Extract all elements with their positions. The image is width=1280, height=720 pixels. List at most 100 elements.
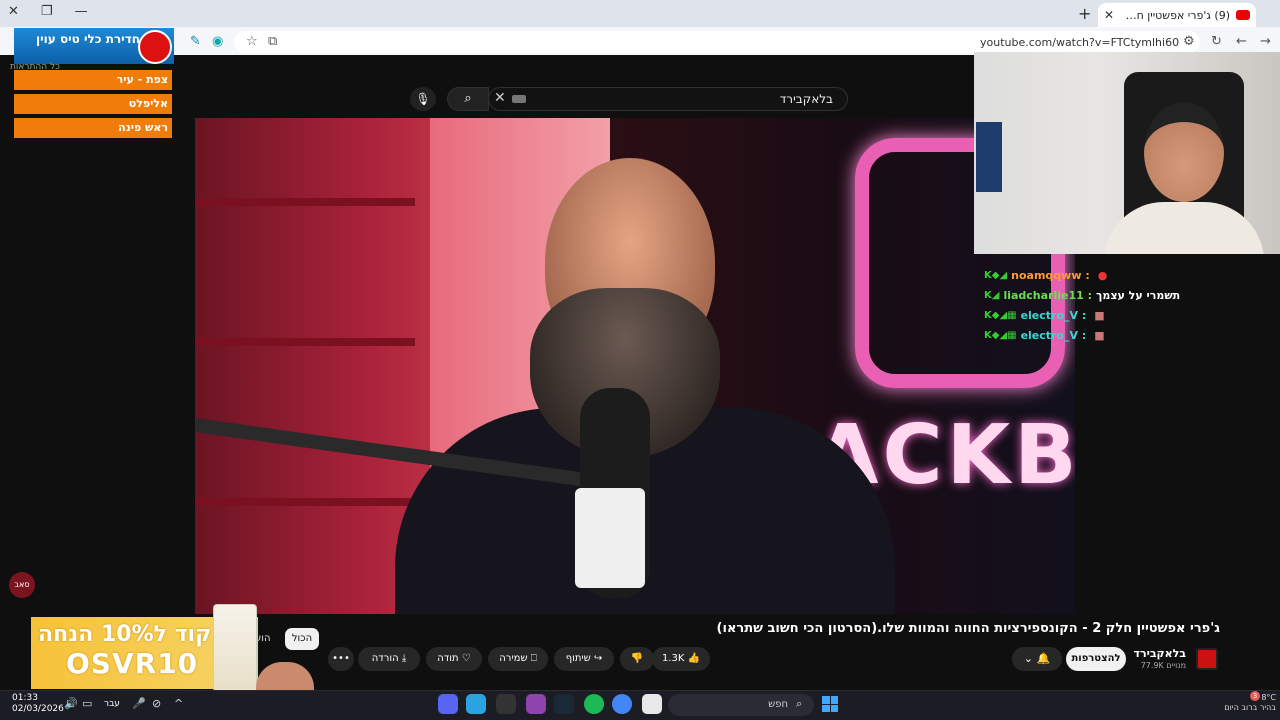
- emote-icon: ■: [1094, 329, 1105, 342]
- filter-chip-all[interactable]: הכול: [285, 628, 319, 650]
- language-indicator[interactable]: עבר: [104, 699, 120, 709]
- file-explorer-icon[interactable]: [642, 694, 662, 714]
- thanks-icon: ♡: [461, 653, 471, 664]
- microphone-sticker: [575, 488, 645, 588]
- mic-tray-icon[interactable]: 🎤: [132, 697, 146, 710]
- chrome-app-icon[interactable]: [612, 694, 632, 714]
- clock-time: 01:33: [12, 693, 38, 703]
- video-title: ג'פרי אפשטיין חלק 2 - הקונספירציות החווה…: [716, 621, 1220, 636]
- chat-badges-icon: K◢: [984, 290, 1000, 301]
- chat-username: electro_V :: [1020, 309, 1087, 322]
- wall-poster: [976, 122, 1002, 192]
- bookmark-star-icon[interactable]: ☆: [246, 34, 258, 49]
- voice-search-button[interactable]: 🎙: [410, 87, 436, 111]
- window-controls: ✕ ❐ —: [8, 4, 88, 19]
- webcam-overlay: [974, 52, 1280, 254]
- notification-badge: 3: [1250, 691, 1260, 701]
- clock[interactable]: 01:33 02/03/2026: [12, 693, 64, 715]
- chat-badges-icon: K◆◢: [984, 270, 1008, 281]
- grammarly-extension-icon[interactable]: ◉: [212, 34, 223, 49]
- site-settings-icon[interactable]: ⚙: [1183, 34, 1195, 49]
- search-input[interactable]: בלאקבירד: [488, 87, 848, 111]
- chat-line: K◢ liadcharlie11 : תשמרי על עצמך: [984, 286, 1274, 306]
- forward-icon[interactable]: ←: [1236, 34, 1247, 49]
- alert-location: ראש פינה: [14, 118, 172, 138]
- discord-app-icon[interactable]: [438, 694, 458, 714]
- weather-desc: בהיר ברוב היום: [1224, 703, 1276, 712]
- weather-widget[interactable]: 8°C בהיר ברוב היום: [1196, 693, 1276, 713]
- back-icon[interactable]: →: [1260, 34, 1271, 49]
- download-label: הורדה: [371, 653, 399, 664]
- chat-line: K◆◢▦ electro_V : ■: [984, 326, 1274, 346]
- ad-promo-code: OSVR10: [66, 647, 199, 680]
- chevron-down-icon: ⌄: [1023, 652, 1033, 665]
- save-label: שמירה: [499, 653, 528, 664]
- emote-icon: ■: [1094, 309, 1105, 322]
- network-icon[interactable]: ▭: [82, 697, 92, 710]
- chat-username: noamqqww :: [1011, 269, 1090, 282]
- ad-person-image: [256, 662, 314, 690]
- alert-location: אליפלט: [14, 94, 172, 114]
- shelf: [195, 198, 415, 206]
- subscribe-button[interactable]: להצטרפות: [1066, 647, 1126, 671]
- close-tab-icon[interactable]: ✕: [1104, 8, 1114, 22]
- thumbs-up-icon: 👍: [687, 653, 701, 664]
- chat-username: liadcharlie11 :: [1003, 289, 1093, 302]
- search-icon: ⌕: [464, 91, 472, 106]
- perfume-bottle-image: [213, 604, 257, 692]
- like-button[interactable]: 1.3K 👍: [652, 647, 710, 671]
- download-icon: ⤓: [401, 653, 407, 664]
- maximize-window-icon[interactable]: ❐: [41, 4, 53, 19]
- chat-line: K◆◢▦ electro_V : ■: [984, 306, 1274, 326]
- youtube-favicon-icon: [1236, 10, 1250, 20]
- alert-title: חדירת כלי טיס עוין: [36, 32, 140, 46]
- windows-start-icon[interactable]: [822, 696, 838, 712]
- taskbar-search-icon: ⌕: [796, 697, 803, 710]
- weather-temp: 8°C: [1261, 693, 1276, 702]
- streamer-head: [1144, 102, 1224, 202]
- share-button[interactable]: שיתוף ↪: [554, 647, 614, 671]
- video-player[interactable]: ACKBEA: [195, 118, 1075, 614]
- channel-avatar[interactable]: [1196, 648, 1218, 670]
- save-button[interactable]: שמירה ⎕: [488, 647, 548, 671]
- dislike-button[interactable]: 👎: [620, 647, 654, 671]
- channel-watermark: סאב: [9, 572, 35, 598]
- chevron-up-icon[interactable]: ^: [174, 697, 183, 710]
- no-wifi-icon[interactable]: ⊘: [152, 697, 161, 710]
- notifications-button[interactable]: ⌄ 🔔: [1012, 647, 1062, 671]
- minimize-window-icon[interactable]: —: [75, 4, 88, 19]
- taskbar-search[interactable]: חפש: [668, 694, 814, 716]
- url-text[interactable]: youtube.com/watch?v=FTCtymlhi60: [980, 36, 1179, 49]
- download-button[interactable]: הורדה ⤓: [358, 647, 420, 671]
- install-app-icon[interactable]: ⧉: [268, 34, 277, 49]
- clear-search-icon[interactable]: ✕: [494, 90, 506, 106]
- chat-message: תשמרי על עצמך: [1096, 289, 1181, 302]
- shelf: [195, 338, 415, 346]
- thanks-label: תודה: [437, 653, 459, 664]
- ad-discount-text: קוד ל10% הנחה: [38, 622, 212, 647]
- new-tab-button[interactable]: +: [1078, 4, 1091, 23]
- alert-location: צפת - עיר: [14, 70, 172, 90]
- close-window-icon[interactable]: ✕: [8, 4, 19, 19]
- like-count: 1.3K: [661, 653, 685, 664]
- volume-icon[interactable]: 🔊: [64, 697, 78, 710]
- save-icon: ⎕: [530, 653, 537, 664]
- keyboard-icon[interactable]: [512, 95, 526, 103]
- thanks-button[interactable]: תודה ♡: [426, 647, 482, 671]
- extension-icon[interactable]: ✎: [190, 34, 201, 49]
- more-icon: •••: [332, 653, 350, 664]
- twitch-app-icon[interactable]: [526, 694, 546, 714]
- browser-tab[interactable]: (9) ג'פרי אפשטיין חלק 2 - הקונ ✕: [1098, 3, 1256, 27]
- telegram-app-icon[interactable]: [466, 694, 486, 714]
- reload-icon[interactable]: ↻: [1211, 34, 1222, 49]
- steam-app-icon[interactable]: [554, 694, 574, 714]
- emote-icon: ●: [1097, 269, 1108, 282]
- pinned-app-icon[interactable]: [496, 694, 516, 714]
- search-button[interactable]: ⌕: [447, 87, 489, 111]
- more-actions-button[interactable]: •••: [328, 647, 354, 671]
- chat-username: electro_V :: [1020, 329, 1087, 342]
- microphone-icon: 🎙: [415, 92, 431, 106]
- chat-line: K◆◢ noamqqww : ●: [984, 266, 1274, 286]
- spotify-app-icon[interactable]: [584, 694, 604, 714]
- chat-badges-icon: K◆◢▦: [984, 330, 1017, 341]
